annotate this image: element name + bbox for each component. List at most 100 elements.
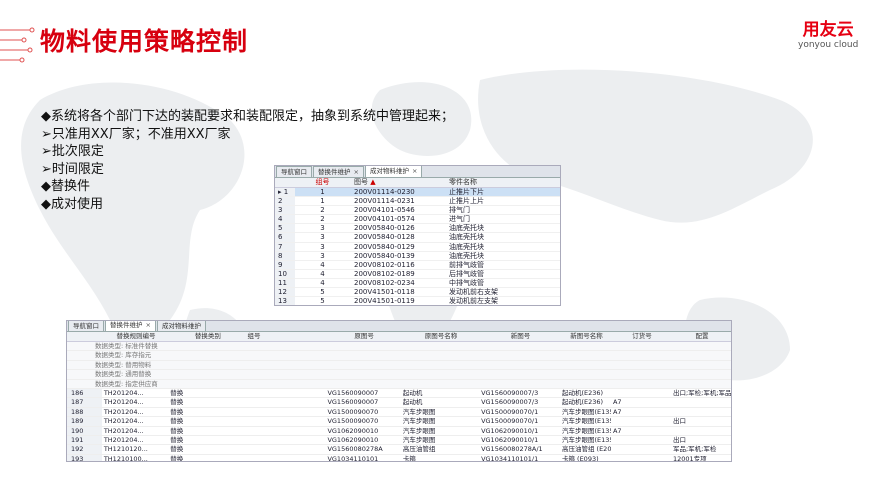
rule-no-cell: TH1210120... <box>103 445 148 454</box>
column-header-order-no[interactable]: 订货号 <box>611 332 671 341</box>
column-header-new-name[interactable]: 新图号名称 <box>560 332 611 341</box>
group-cell: 3 <box>320 224 325 233</box>
group-cell <box>245 455 325 461</box>
table-row[interactable]: 191 TH201204... 替换 VG1062090010 汽车步眼图 VG10620… <box>67 435 731 446</box>
table-row[interactable]: 189 TH201204... 替换 VG1500090070 汽车步眼图 VG15000… <box>67 417 731 427</box>
part-name-cell: 进气门 <box>449 215 470 224</box>
sort-asc-icon: ▲ <box>370 178 376 186</box>
table-row[interactable]: 11 4 200V08102-0234 中排气歧管 <box>275 278 560 289</box>
group-row[interactable]: 数据类型: 指定供应商 <box>67 379 731 389</box>
group-cell: 5 <box>320 297 325 306</box>
column-header-config[interactable]: 配置 <box>671 332 731 341</box>
drawing-cell: 200V08102-0116 <box>354 260 415 269</box>
table-row[interactable]: 6 3 200V05840-0128 油底壳托块 <box>275 233 560 243</box>
column-header-drawing[interactable]: 图号 ▲ <box>350 178 445 187</box>
row-index: ▸ 1 <box>275 188 295 197</box>
group-cell: 4 <box>320 269 325 278</box>
config-cell <box>671 398 731 406</box>
column-header-old-drawing[interactable]: 原图号 <box>325 332 400 341</box>
group-cell: 2 <box>320 206 325 215</box>
row-index: 4 <box>275 215 295 224</box>
table-row[interactable]: 7 3 200V05840-0129 油底壳托块 <box>275 242 560 252</box>
row-index: 13 <box>275 297 295 305</box>
part-name-cell: 中排气歧管 <box>449 278 484 287</box>
table-row[interactable]: 12 5 200V41501-0118 发动机前右支架 <box>275 288 560 298</box>
group-row[interactable]: 数据类型: 替用物料 <box>67 360 731 371</box>
tab-paired-material[interactable]: 成对物料维护 × <box>364 166 423 177</box>
group-row[interactable]: 数据类型: 库存指元 <box>67 351 731 361</box>
group-cell <box>245 417 325 425</box>
order-no-cell: A7 <box>612 426 622 435</box>
group-rows: 数据类型: 标准件替换 数据类型: 库存指元 数据类型: 替用物料 数据类型: 通用替… <box>67 342 731 389</box>
table-row[interactable]: 188 TH201204... 替换 VG1500090070 汽车步眼图 VG15000… <box>67 407 731 418</box>
tab-navigation[interactable]: 导航窗口 <box>276 166 312 177</box>
column-header-type[interactable]: 替换类别 <box>168 332 245 341</box>
table-row[interactable]: ▸ 1 1 200V01114-0230 止推片下片 <box>275 188 560 198</box>
old-name-cell: 起动机 <box>402 398 423 407</box>
tab-navigation[interactable]: 导航窗口 <box>68 321 104 331</box>
group-cell: 5 <box>320 288 325 297</box>
table-row[interactable]: 193 TH1210100... 替换 VG1034110101 卡箍 VG1034110… <box>67 454 731 462</box>
group-row[interactable]: 数据类型: 标准件替换 <box>67 342 731 352</box>
config-cell <box>671 408 731 416</box>
config-cell: 出口 <box>672 435 686 444</box>
column-header-group[interactable]: 组号 <box>295 178 350 187</box>
table-row[interactable]: 5 3 200V05840-0126 油底壳托块 <box>275 224 560 234</box>
old-name-cell: 起动机 <box>402 388 423 397</box>
table-row[interactable]: 3 2 200V04101-0546 排气门 <box>275 206 560 216</box>
drawing-cell: 200V05840-0128 <box>354 233 415 242</box>
row-index: 6 <box>275 233 295 242</box>
new-drawing-cell: VG1560080278A/1 <box>481 445 543 454</box>
part-name-cell: 油底壳托块 <box>449 233 484 242</box>
type-cell: 替换 <box>170 435 184 444</box>
table-row[interactable]: 190 TH201204... 替换 VG1062090010 汽车步眼图 VG10620… <box>67 426 731 436</box>
config-cell: 12001专项 <box>672 454 707 462</box>
group-cell: 3 <box>320 242 325 251</box>
part-name-cell: 后排气歧管 <box>449 269 484 278</box>
close-icon[interactable]: × <box>354 168 359 176</box>
column-header-group[interactable]: 组号 <box>245 332 325 341</box>
column-header-part-name[interactable]: 零件名称 <box>445 178 560 187</box>
table-row[interactable]: 187 TH201204... 替换 VG1560090007 起动机 VG1560090… <box>67 398 731 408</box>
table-row[interactable]: 186 TH201204... 替换 VG1560090007 起动机 VG1560090… <box>67 388 731 399</box>
table-row[interactable]: 10 4 200V08102-0189 后排气歧管 <box>275 269 560 279</box>
new-drawing-cell: VG1062090010/1 <box>481 435 539 444</box>
tab-replacement[interactable]: 替换件维护 × <box>313 166 364 177</box>
table-row[interactable]: 13 5 200V41501-0119 发动机前左支架 <box>275 297 560 306</box>
close-icon[interactable]: × <box>412 167 417 175</box>
group-cell: 1 <box>320 188 325 196</box>
column-header-rule-no[interactable]: 替换规则编号 <box>102 332 168 341</box>
old-drawing-cell: VG1560090007 <box>327 398 379 407</box>
config-cell: 出口;军检;军机;军品 <box>672 388 731 397</box>
column-header-new-drawing[interactable]: 新图号 <box>479 332 560 341</box>
old-drawing-cell: VG1062090010 <box>327 426 379 435</box>
table-row[interactable]: 4 2 200V04101-0574 进气门 <box>275 215 560 225</box>
tab-replacement[interactable]: 替换件维护 × <box>105 321 156 331</box>
drawing-cell: 200V04101-0574 <box>354 215 415 224</box>
part-name-cell: 止推片下片 <box>449 188 484 196</box>
table-row[interactable]: 192 TH1210120... 替换 VG1560080278A 高压油管组 VG156… <box>67 445 731 455</box>
row-index: 187 <box>67 398 102 407</box>
rule-no-cell: TH201204... <box>103 435 144 444</box>
drawing-cell: 200V08102-0234 <box>354 278 415 287</box>
row-index: 9 <box>275 260 295 269</box>
tab-paired-material[interactable]: 成对物料维护 <box>156 321 206 331</box>
rule-no-cell: TH201204... <box>103 407 144 416</box>
column-header-old-name[interactable]: 原图号名称 <box>401 332 479 341</box>
type-cell: 替换 <box>170 407 184 416</box>
row-index: 188 <box>67 407 102 417</box>
table-row[interactable]: 2 1 200V01114-0231 止推片上片 <box>275 197 560 207</box>
table-row[interactable]: 9 4 200V08102-0116 前排气歧管 <box>275 260 560 270</box>
new-drawing-cell: VG1062090010/1 <box>481 426 539 435</box>
row-index: 12 <box>275 288 295 297</box>
table-row[interactable]: 8 3 200V05840-0139 油底壳托块 <box>275 251 560 261</box>
logo-text: 用友云 <box>802 20 854 40</box>
close-icon[interactable]: × <box>146 321 151 329</box>
part-name-cell: 油底壳托块 <box>449 242 484 251</box>
order-no-cell <box>611 445 671 453</box>
table-body: ▸ 1 1 200V01114-0230 止推片下片 2 1 200V01114-0231 止… <box>275 188 560 306</box>
drawing-cell: 200V41501-0119 <box>354 297 415 306</box>
group-row[interactable]: 数据类型: 通用替换 <box>67 370 731 380</box>
drawing-cell: 200V04101-0546 <box>354 206 415 215</box>
type-cell: 替换 <box>170 454 184 462</box>
